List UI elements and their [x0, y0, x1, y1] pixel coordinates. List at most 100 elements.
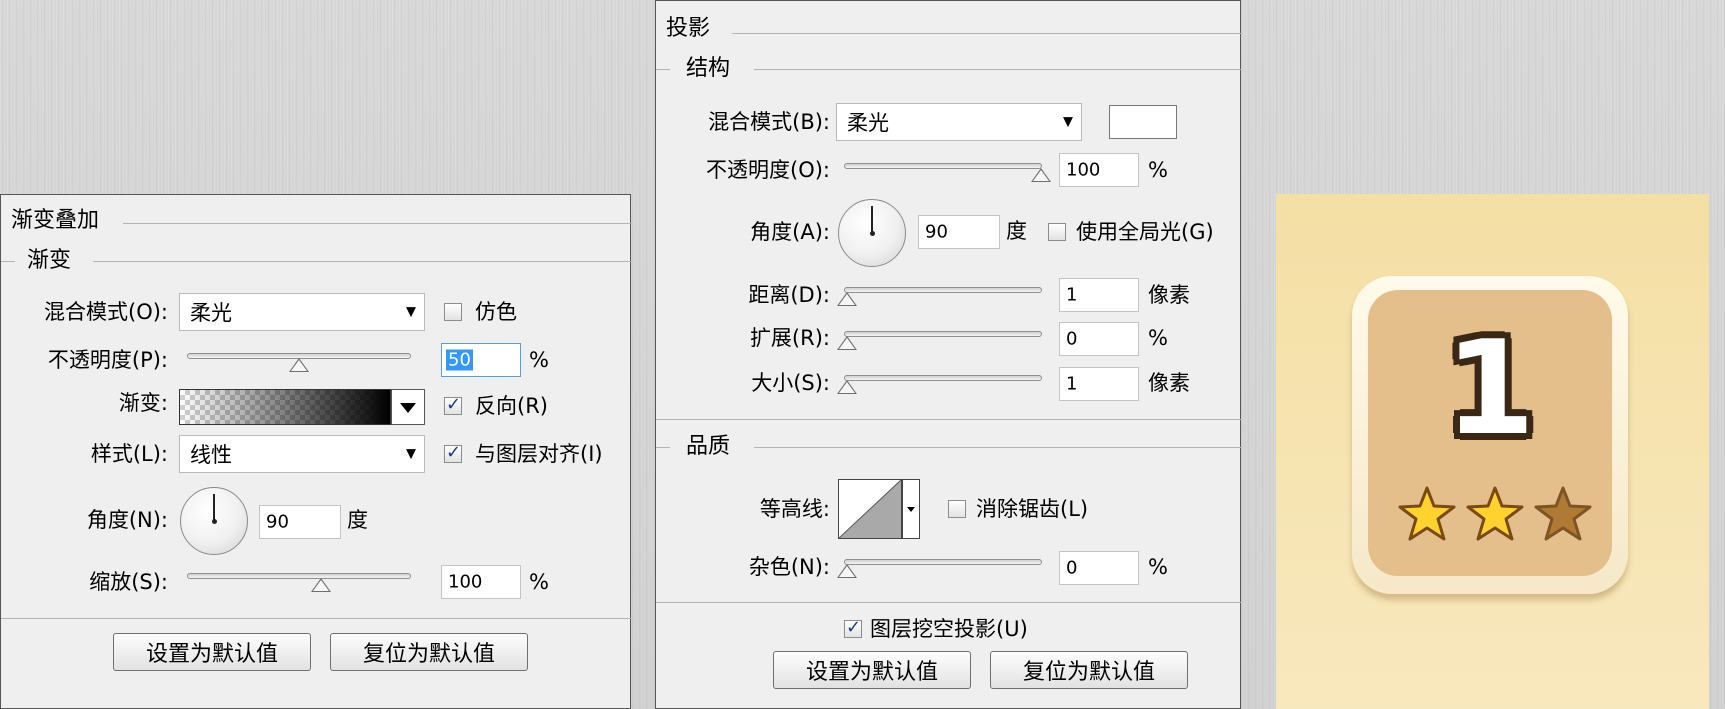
set-default-button[interactable]: 设置为默认值 [113, 633, 311, 671]
gradient-label: 渐变: [118, 391, 168, 415]
spread-input[interactable]: 0 [1059, 322, 1139, 356]
opacity-input[interactable]: 50 [441, 343, 521, 377]
group-divider [754, 69, 1242, 70]
dither-checkbox[interactable] [444, 303, 462, 321]
distance-input[interactable]: 1 [1059, 278, 1139, 312]
buttons-divider [656, 602, 1242, 603]
scale-label: 缩放(S): [89, 570, 168, 594]
size-unit: 像素 [1148, 371, 1190, 395]
angle-dial[interactable] [838, 199, 906, 267]
contour-preview[interactable] [838, 479, 902, 539]
opacity-value: 100 [1066, 159, 1101, 181]
antialias-label: 消除锯齿(L) [976, 497, 1089, 521]
size-slider-thumb[interactable] [837, 380, 857, 394]
level-tile[interactable]: 1 [1352, 276, 1628, 594]
group-divider [93, 261, 632, 262]
scale-slider-thumb[interactable] [311, 578, 331, 592]
set-default-button-label: 设置为默认值 [805, 660, 938, 685]
opacity-input[interactable]: 100 [1059, 153, 1139, 187]
section-title: 渐变叠加 [11, 208, 100, 233]
opacity-value: 50 [446, 349, 473, 371]
preview-canvas: 1 [1276, 194, 1709, 709]
reverse-checkbox[interactable] [444, 394, 462, 415]
scale-slider[interactable] [187, 573, 411, 592]
blend-mode-label: 混合模式(O): [44, 300, 168, 324]
spread-unit: % [1148, 326, 1168, 350]
angle-input[interactable]: 90 [259, 505, 341, 539]
gold-star-icon [1466, 486, 1524, 541]
buttons-divider [1, 618, 632, 619]
contour-label: 等高线: [759, 497, 830, 521]
blend-mode-value: 柔光 [847, 111, 889, 135]
group-divider-left [1, 261, 15, 262]
distance-unit: 像素 [1148, 283, 1190, 307]
noise-slider[interactable] [837, 559, 1042, 578]
blend-mode-value: 柔光 [190, 301, 232, 325]
scale-input[interactable]: 100 [441, 565, 521, 599]
spread-slider-thumb[interactable] [837, 336, 857, 350]
scale-value: 100 [448, 571, 483, 593]
chevron-down-icon: ▼ [406, 304, 416, 320]
scale-unit: % [529, 570, 549, 594]
opacity-slider[interactable] [187, 353, 411, 372]
angle-input[interactable]: 90 [918, 215, 1000, 249]
distance-slider-thumb[interactable] [837, 292, 857, 306]
opacity-label: 不透明度(O): [706, 158, 830, 182]
blend-mode-select[interactable]: 柔光 ▼ [836, 103, 1082, 141]
noise-unit: % [1148, 555, 1168, 579]
section-title: 投影 [666, 16, 711, 41]
star-rating [1398, 486, 1592, 544]
quality-title: 品质 [686, 434, 731, 459]
knockout-checkbox[interactable] [844, 617, 862, 638]
size-slider[interactable] [837, 375, 1042, 394]
gradient-fill [180, 390, 390, 424]
contour-curve-icon [839, 480, 901, 538]
group-title: 渐变 [27, 248, 72, 273]
gradient-dropdown-button[interactable] [391, 389, 425, 425]
chevron-down-icon: ▼ [1063, 114, 1073, 130]
gradient-preview[interactable] [179, 389, 391, 425]
dither-label: 仿色 [475, 300, 517, 324]
style-value: 线性 [190, 443, 232, 467]
set-default-button-label: 设置为默认值 [145, 642, 278, 667]
size-value: 1 [1066, 373, 1078, 395]
opacity-unit: % [1148, 158, 1168, 182]
spread-label: 扩展(R): [749, 326, 830, 350]
blend-mode-select[interactable]: 柔光 ▼ [179, 293, 425, 331]
noise-label: 杂色(N): [748, 555, 830, 579]
shadow-color-swatch[interactable] [1109, 105, 1177, 139]
distance-value: 1 [1066, 284, 1078, 306]
opacity-slider-thumb[interactable] [289, 358, 309, 372]
distance-slider[interactable] [837, 287, 1042, 306]
noise-input[interactable]: 0 [1059, 551, 1139, 585]
style-select[interactable]: 线性 ▼ [179, 435, 425, 473]
style-label: 样式(L): [90, 442, 168, 466]
antialias-checkbox[interactable] [948, 500, 966, 518]
reverse-label: 反向(R) [475, 394, 548, 418]
set-default-button[interactable]: 设置为默认值 [773, 651, 971, 689]
level-tile-face: 1 [1368, 290, 1612, 576]
level-number: 1 [1444, 312, 1536, 464]
angle-value: 90 [266, 511, 289, 533]
angle-value: 90 [925, 221, 948, 243]
reset-default-button[interactable]: 复位为默认值 [330, 633, 528, 671]
contour-dropdown-button[interactable] [902, 479, 920, 539]
size-input[interactable]: 1 [1059, 367, 1139, 401]
reset-default-button[interactable]: 复位为默认值 [990, 651, 1188, 689]
opacity-slider[interactable] [844, 163, 1051, 182]
angle-dial-center [212, 519, 217, 524]
gold-star-icon [1398, 486, 1456, 541]
align-with-layer-checkbox[interactable] [444, 442, 462, 463]
opacity-slider-thumb[interactable] [1031, 168, 1051, 182]
angle-dial-needle [871, 206, 873, 234]
spread-slider[interactable] [837, 331, 1042, 350]
section-divider [732, 33, 1242, 34]
noise-value: 0 [1066, 557, 1078, 579]
quality-divider-left [656, 447, 670, 448]
global-light-checkbox[interactable] [1048, 223, 1066, 241]
noise-slider-thumb[interactable] [837, 564, 857, 578]
angle-dial[interactable] [180, 487, 248, 555]
group-divider-left [656, 69, 670, 70]
distance-label: 距离(D): [748, 283, 830, 307]
chevron-down-icon: ▼ [406, 446, 416, 462]
